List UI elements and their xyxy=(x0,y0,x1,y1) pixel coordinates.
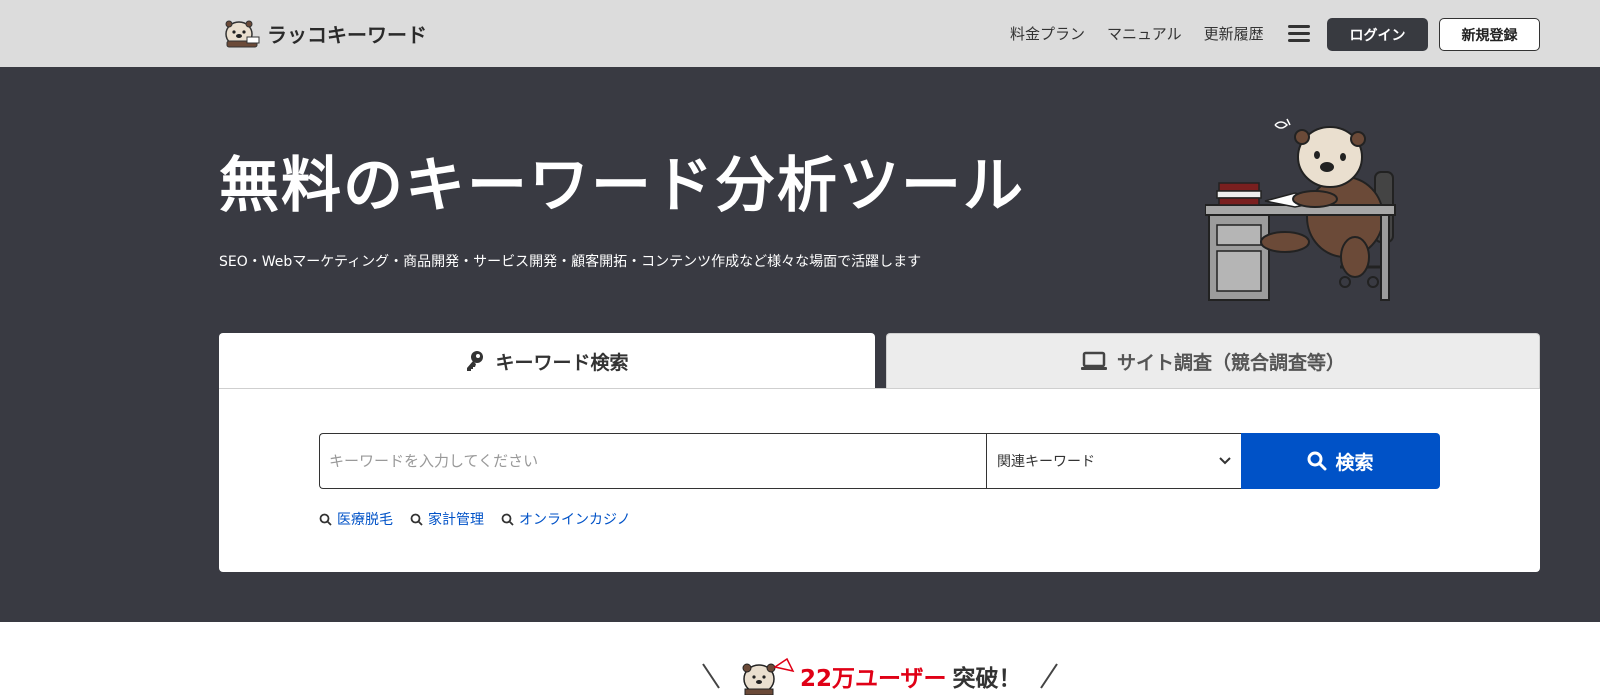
slash-decoration xyxy=(1040,663,1058,689)
keyword-suggestions: 医療脱毛 家計管理 オンラインカジノ xyxy=(319,509,648,529)
users-count: 22万ユーザー xyxy=(800,666,947,692)
laptop-icon xyxy=(1080,351,1107,370)
site-header: ラッコキーワード 料金プラン マニュアル 更新履歴 ログイン 新規登録 xyxy=(0,0,1600,67)
suggestion-label: 家計管理 xyxy=(428,512,484,528)
suggestion-label: オンラインカジノ xyxy=(519,512,631,528)
search-mode-selected: 関連キーワード xyxy=(997,454,1095,470)
hero-subtitle: SEO・Webマーケティング・商品開発・サービス開発・顧客開拓・コンテンツ作成な… xyxy=(219,254,922,270)
slash-decoration xyxy=(702,663,720,689)
tab-keyword-search[interactable]: キーワード検索 xyxy=(219,333,875,389)
chevron-down-icon xyxy=(1219,457,1231,465)
search-icon xyxy=(1307,451,1327,471)
search-row: 関連キーワード 検索 xyxy=(319,433,1440,489)
otter-desk-illustration xyxy=(1205,118,1396,301)
users-suffix: 突破！ xyxy=(952,666,1022,692)
suggestion-link[interactable]: 家計管理 xyxy=(410,509,484,529)
search-icon xyxy=(501,513,514,526)
search-icon xyxy=(319,513,332,526)
otter-mascot-icon xyxy=(742,657,795,695)
search-button-label: 検索 xyxy=(1335,451,1374,474)
keyword-search-input[interactable] xyxy=(319,433,986,489)
search-mode-select[interactable]: 関連キーワード xyxy=(986,433,1241,489)
main-nav: 料金プラン マニュアル 更新履歴 xyxy=(1010,0,1334,67)
key-icon xyxy=(467,351,484,371)
register-button[interactable]: 新規登録 xyxy=(1439,18,1540,51)
suggestion-link[interactable]: オンラインカジノ xyxy=(501,509,631,529)
search-icon xyxy=(410,513,423,526)
site-logo[interactable]: ラッコキーワード xyxy=(219,16,427,50)
tab-site-research[interactable]: サイト調査（競合調査等） xyxy=(886,333,1540,388)
nav-changelog[interactable]: 更新履歴 xyxy=(1204,23,1264,44)
otter-logo-icon xyxy=(225,20,260,48)
search-button[interactable]: 検索 xyxy=(1241,433,1440,489)
logo-text: ラッコキーワード xyxy=(267,22,427,47)
hamburger-menu-icon[interactable] xyxy=(1287,24,1310,44)
tab-keyword-search-label: キーワード検索 xyxy=(495,351,629,374)
suggestion-link[interactable]: 医療脱毛 xyxy=(319,509,393,529)
nav-pricing[interactable]: 料金プラン xyxy=(1010,23,1085,44)
users-count-text: 22万ユーザー 突破！ xyxy=(800,659,1022,693)
login-button[interactable]: ログイン xyxy=(1327,18,1428,51)
hero-title: 無料のキーワード分析ツール xyxy=(219,151,1025,221)
tab-site-research-label: サイト調査（競合調査等） xyxy=(1116,351,1345,374)
suggestion-label: 医療脱毛 xyxy=(337,512,393,528)
search-card: 関連キーワード 検索 医療脱毛 家計管理 xyxy=(219,388,1540,572)
users-banner: 22万ユーザー 突破！ xyxy=(0,655,1600,700)
nav-manual[interactable]: マニュアル xyxy=(1107,23,1182,44)
